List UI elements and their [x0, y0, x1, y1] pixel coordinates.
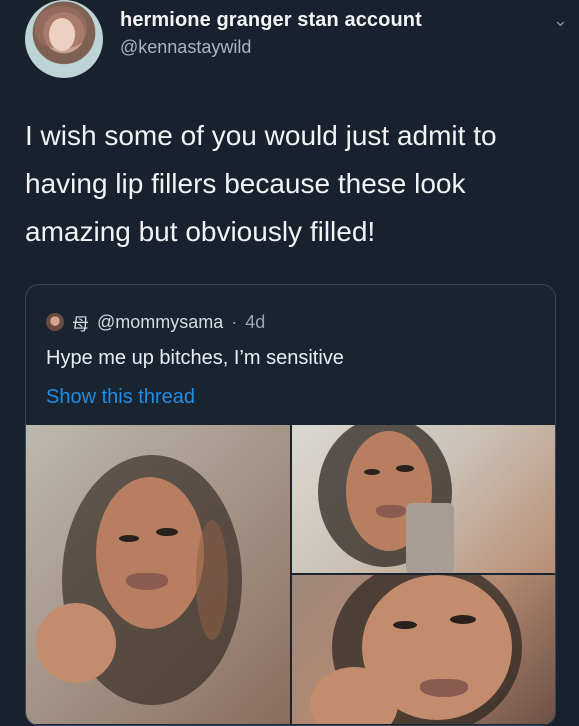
- photo-lips: [126, 573, 168, 590]
- avatar-face: [49, 18, 75, 51]
- tweet-header: hermione granger stan account @kennastay…: [25, 0, 570, 80]
- tweet-text: I wish some of you would just admit to h…: [25, 120, 497, 247]
- show-thread-link[interactable]: Show this thread: [46, 386, 195, 409]
- photo-hand-shape: [36, 603, 116, 683]
- display-name[interactable]: hermione granger stan account: [120, 9, 422, 32]
- photo-lips: [420, 679, 468, 697]
- quoted-photo-bottom[interactable]: [292, 575, 555, 724]
- photo-lips: [376, 505, 406, 518]
- quoted-photo-main[interactable]: [26, 425, 290, 724]
- photo-eye-right: [450, 615, 476, 624]
- quoted-separator: ·: [231, 311, 238, 332]
- quoted-text: Hype me up bitches, I’m sensitive: [46, 347, 344, 369]
- chevron-down-icon[interactable]: ⌄: [553, 10, 568, 31]
- photo-eye-left: [364, 469, 380, 475]
- quoted-handle[interactable]: @mommysama: [97, 312, 223, 333]
- quoted-avatar[interactable]: [46, 313, 64, 331]
- photo-eye-right: [156, 528, 178, 536]
- phone-icon: [406, 503, 454, 573]
- quoted-symbol: 母: [72, 314, 89, 334]
- avatar[interactable]: [25, 0, 103, 78]
- quoted-time: 4d: [245, 311, 266, 332]
- photo-eye-left: [393, 621, 417, 629]
- quoted-photo-top[interactable]: [292, 425, 555, 573]
- photo-eye-right: [396, 465, 414, 472]
- user-handle[interactable]: @kennastaywild: [120, 37, 251, 58]
- quoted-tweet-header: 母 @mommysama · 4d: [46, 309, 265, 335]
- quoted-tweet[interactable]: 母 @mommysama · 4d Hype me up bitches, I’…: [25, 284, 556, 726]
- photo-hair-highlight: [196, 520, 228, 640]
- photo-eye-left: [119, 535, 139, 542]
- photo-face-shape: [96, 477, 204, 629]
